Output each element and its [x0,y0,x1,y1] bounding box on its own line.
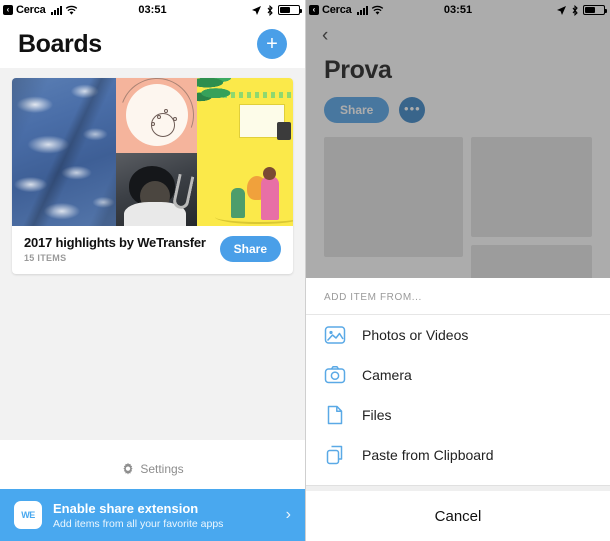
clock-label: 03:51 [138,4,167,16]
gear-icon [123,462,133,475]
settings-label: Settings [140,462,184,476]
status-bar-right: ‹ Cerca 03:51 [306,0,610,20]
sheet-header: ADD ITEM FROM... [306,278,610,315]
promo-title: Enable share extension [53,500,199,516]
cancel-button[interactable]: Cancel [306,491,610,541]
board-card-text: 2017 highlights by WeTransfer 15 ITEMS [24,235,220,263]
settings-button[interactable]: Settings [0,449,305,489]
sheet-item-label: Paste from Clipboard [362,447,494,463]
camera-icon [324,366,346,384]
promo-text: Enable share extension Add items from al… [53,501,223,530]
photo-icon [324,326,346,344]
thumbnail-illustration [197,78,293,226]
battery-icon [278,5,302,15]
add-item-action-sheet: ADD ITEM FROM... Photos or Videos Camera… [306,278,610,541]
board-share-button[interactable]: Share [219,236,281,262]
enable-share-extension-banner[interactable]: WE Enable share extension Add items from… [0,489,305,541]
thumbnail-circle-graphic [115,78,198,153]
boards-header: Boards + [0,20,305,68]
boards-screen: ‹ Cerca 03:51 Boards + 2017 highlights b… [0,0,305,541]
clipboard-icon [326,445,343,465]
board-item-count: 15 ITEMS [24,253,67,263]
board-card-footer: 2017 highlights by WeTransfer 15 ITEMS S… [12,226,293,274]
sheet-item-files[interactable]: Files [306,395,610,435]
thumbnail-saxophonist [115,152,198,226]
sheet-item-list: Photos or Videos Camera Files Paste from… [306,315,610,485]
dual-screenshot: ‹ Cerca 03:51 Boards + 2017 highlights b… [0,0,610,541]
promo-subtitle: Add items from all your favorite apps [53,517,224,530]
battery-icon [583,5,607,15]
board-card[interactable]: 2017 highlights by WeTransfer 15 ITEMS S… [12,78,293,274]
sheet-item-camera[interactable]: Camera [306,355,610,395]
sheet-item-paste-from-clipboard[interactable]: Paste from Clipboard [306,435,610,475]
chevron-right-icon: › [285,506,291,523]
sheet-item-photos-or-videos[interactable]: Photos or Videos [306,315,610,355]
file-icon [327,405,343,425]
clock-label: 03:51 [443,4,473,16]
wetransfer-logo-icon: WE [14,501,42,529]
sheet-item-label: Files [362,407,392,423]
sheet-dim-overlay[interactable] [306,0,610,278]
board-list: 2017 highlights by WeTransfer 15 ITEMS S… [0,68,305,440]
page-title: Boards [18,29,102,58]
thumbnail-clouds [12,78,116,226]
sheet-item-label: Photos or Videos [362,327,469,343]
board-title: 2017 highlights by WeTransfer [24,235,206,250]
sheet-item-label: Camera [362,367,412,383]
add-board-button[interactable]: + [257,29,287,59]
board-thumbnail-collage [12,78,293,226]
board-detail-screen: ‹ Cerca 03:51 ‹ Prova Share ••• ADD ITEM… [305,0,610,541]
thumbnail-middle-column [115,78,198,226]
status-bar-left: ‹ Cerca 03:51 [0,0,305,20]
